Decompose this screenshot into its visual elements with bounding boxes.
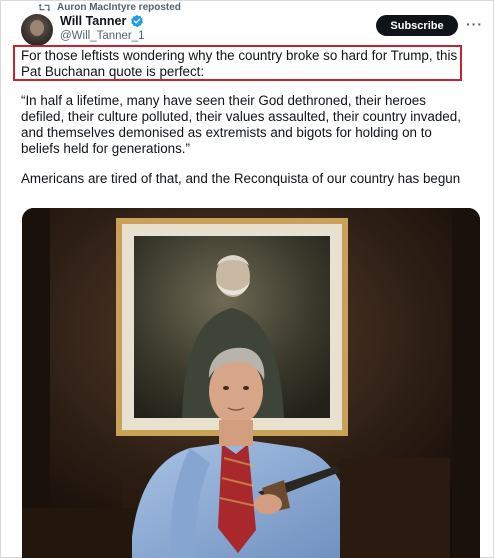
author-handle[interactable]: @Will_Tanner_1	[60, 30, 145, 42]
photo-illustration	[22, 208, 480, 558]
author-name-row[interactable]: Will Tanner	[60, 14, 144, 28]
verified-badge-icon	[131, 14, 144, 28]
tweet-paragraph-1: For those leftists wondering why the cou…	[21, 48, 458, 79]
subscribe-button[interactable]: Subscribe	[376, 15, 458, 36]
author-name[interactable]: Will Tanner	[60, 14, 126, 28]
repost-icon	[38, 3, 51, 12]
tweet-photo[interactable]	[22, 208, 480, 558]
repost-indicator[interactable]: Auron MacIntyre reposted	[38, 1, 181, 14]
more-options-icon[interactable]: ···	[466, 16, 483, 32]
tweet-paragraph-3: Americans are tired of that, and the Rec…	[21, 171, 461, 186]
tweet-paragraph-2: “In half a lifetime, many have seen thei…	[21, 93, 461, 156]
repost-text: Auron MacIntyre reposted	[57, 2, 181, 13]
author-avatar[interactable]	[21, 14, 53, 46]
